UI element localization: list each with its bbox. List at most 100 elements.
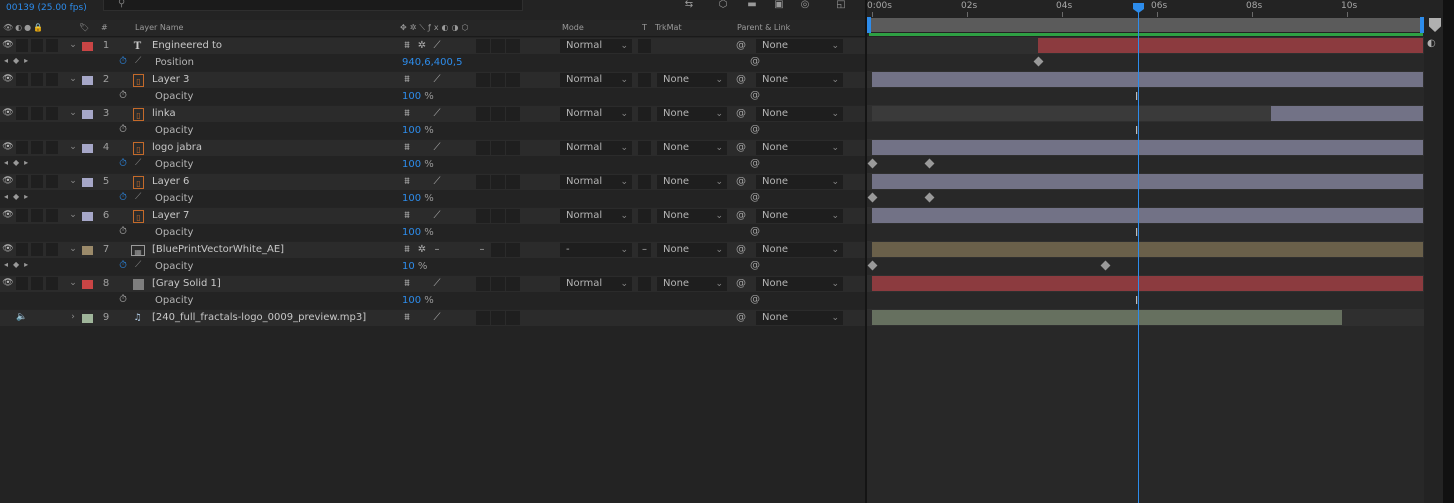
stopwatch-icon[interactable]: ⏱ [117,158,129,170]
expression-pick-whip-icon[interactable]: @ [750,192,760,203]
audio-switch[interactable] [16,73,28,86]
solo-switch[interactable] [31,277,43,290]
parent-dropdown[interactable]: None ⌄ [756,39,843,53]
solo-switch[interactable] [31,39,43,52]
parent-dropdown[interactable]: None ⌄ [756,209,843,223]
draft-3d-icon[interactable]: ⬡ [716,0,730,10]
visibility-eye-icon[interactable]: 👁 [2,175,14,188]
shy-switch-icon[interactable]: ⩩ [401,40,413,51]
switch-box[interactable] [491,73,505,87]
property-value-number[interactable]: 100 [402,91,421,102]
layer-row[interactable]: 👁 ⌄ 1 T Engineered to ⩩ ✲ ⟋ Normal ⌄ @ None ⌄ [0,37,866,54]
quality-switch-icon[interactable]: ⟋ [431,176,443,187]
property-value[interactable]: 100 % [402,295,434,306]
pick-whip-icon[interactable]: @ [736,74,746,85]
switch-box[interactable] [476,277,490,291]
quality-switch-icon[interactable]: ⟋ [431,108,443,119]
expression-pick-whip-icon[interactable]: @ [750,260,760,271]
preserve-transparency-toggle[interactable] [638,107,651,121]
quality-switch-icon[interactable]: ⟋ [431,312,443,323]
property-row[interactable]: ⏱ Opacity 100 % @ [0,224,866,241]
switch-box[interactable] [491,209,505,223]
blend-mode-dropdown[interactable]: Normal ⌄ [560,175,632,189]
visibility-eye-icon[interactable]: 👁 [2,107,14,120]
comp-mini-flowchart-icon[interactable]: ⇆ [682,0,696,10]
parent-dropdown[interactable]: None ⌄ [756,141,843,155]
property-value[interactable]: 100 % [402,159,434,170]
property-value-number[interactable]: 100 [402,159,421,170]
property-row[interactable]: ◂◆▸ ⏱ ⟋ Opacity 100 % @ [0,156,866,173]
blend-mode-dropdown[interactable]: Normal ⌄ [560,39,632,53]
layer-duration-bar[interactable] [872,72,1423,87]
blend-mode-dropdown[interactable]: Normal ⌄ [560,209,632,223]
switch-box[interactable] [506,243,520,257]
blend-mode-dropdown[interactable]: Normal ⌄ [560,141,632,155]
track-matte-dropdown[interactable]: None ⌄ [657,73,727,87]
preserve-transparency-toggle[interactable] [638,39,651,53]
parent-dropdown[interactable]: None ⌄ [756,243,843,257]
switch-box[interactable] [491,175,505,189]
switch-box[interactable] [476,39,490,53]
collapse-chevron-icon[interactable]: ⌄ [67,40,79,50]
preserve-transparency-toggle[interactable] [638,141,651,155]
blend-mode-dropdown[interactable]: - ⌄ [560,243,632,257]
stopwatch-icon[interactable]: ⏱ [117,56,129,68]
keyframe-navigator[interactable]: ◂◆▸ [4,260,33,269]
collapse-chevron-icon[interactable]: ⌄ [67,176,79,186]
track-matte-dropdown[interactable]: None ⌄ [657,175,727,189]
stopwatch-icon[interactable]: ⏱ [117,294,129,306]
collapse-chevron-icon[interactable]: ⌄ [67,108,79,118]
property-row[interactable]: ◂◆▸ ⏱ ⟋ Position 940,6,400,5 @ [0,54,866,71]
work-area-bar[interactable] [869,18,1423,32]
property-value[interactable]: 100 % [402,91,434,102]
property-value-number[interactable]: 100 [402,227,421,238]
switch-box[interactable] [491,107,505,121]
keyframe-marker[interactable] [1033,56,1044,67]
pick-whip-icon[interactable]: @ [736,312,746,323]
property-value[interactable]: 100 % [402,193,434,204]
switch-box[interactable] [476,107,490,121]
switch-box[interactable] [506,277,520,291]
switch-box[interactable] [491,141,505,155]
property-value-number[interactable]: 10 [402,261,415,272]
layer-row[interactable]: 👁 ⌄ 6 ▯ Layer 7 ⩩ ⟋ Normal ⌄ None ⌄ @ None ⌄ [0,207,866,224]
collapse-chevron-icon[interactable]: ⌄ [67,142,79,152]
graph-toggle-icon[interactable]: ⟋ [135,158,141,168]
pick-whip-icon[interactable]: @ [736,142,746,153]
shy-layers-icon[interactable]: ▬ [745,0,759,10]
expression-pick-whip-icon[interactable]: @ [750,90,760,101]
quality-switch-icon[interactable]: ⟋ [431,74,443,85]
playhead-line[interactable] [1138,4,1139,503]
label-color-chip[interactable] [82,42,93,51]
property-value[interactable]: 10 % [402,261,427,272]
switch-box[interactable] [506,175,520,189]
switch-box[interactable] [476,311,490,325]
keyframe-navigator[interactable]: ◂◆▸ [4,158,33,167]
pick-whip-icon[interactable]: @ [736,108,746,119]
keyframe-navigator[interactable]: ◂◆▸ [4,56,33,65]
layer-name[interactable]: logo jabra [152,142,202,153]
property-row[interactable]: ⏱ Opacity 100 % @ [0,88,866,105]
property-row[interactable]: ◂◆▸ ⏱ ⟋ Opacity 10 % @ [0,258,866,275]
graph-toggle-icon[interactable]: ⟋ [135,56,141,66]
layer-row[interactable]: 👁 ⌄ 3 ▯ linka ⩩ ⟋ Normal ⌄ None ⌄ @ None ⌄ [0,105,866,122]
audio-switch[interactable] [16,39,28,52]
solo-switch[interactable] [31,107,43,120]
audio-switch[interactable] [16,277,28,290]
layer-name[interactable]: [240_full_fractals-logo_0009_preview.mp3… [152,312,366,323]
layer-row[interactable]: 👁 ⌄ 7 ▦ [BluePrintVectorWhite_AE] ⩩ ✲ – – - ⌄ – None… [0,241,866,258]
visibility-eye-icon[interactable]: 👁 [2,277,14,290]
solo-switch[interactable] [31,141,43,154]
switch-box[interactable] [476,141,490,155]
blend-mode-dropdown[interactable]: Normal ⌄ [560,277,632,291]
label-color-chip[interactable] [82,212,93,221]
track-matte-dropdown[interactable]: None ⌄ [657,141,727,155]
layer-row[interactable]: 👁 ⌄ 8 [Gray Solid 1] ⩩ ⟋ Normal ⌄ None ⌄ @ None ⌄ [0,275,866,292]
property-value-number[interactable]: 100 [402,295,421,306]
frame-blend-switch-icon[interactable]: – [476,244,488,255]
switch-box[interactable] [491,311,505,325]
collapse-chevron-icon[interactable]: ⌄ [67,74,79,84]
motion-blur-icon[interactable]: ◎ [798,0,812,10]
switch-box[interactable] [491,277,505,291]
pick-whip-icon[interactable]: @ [736,278,746,289]
